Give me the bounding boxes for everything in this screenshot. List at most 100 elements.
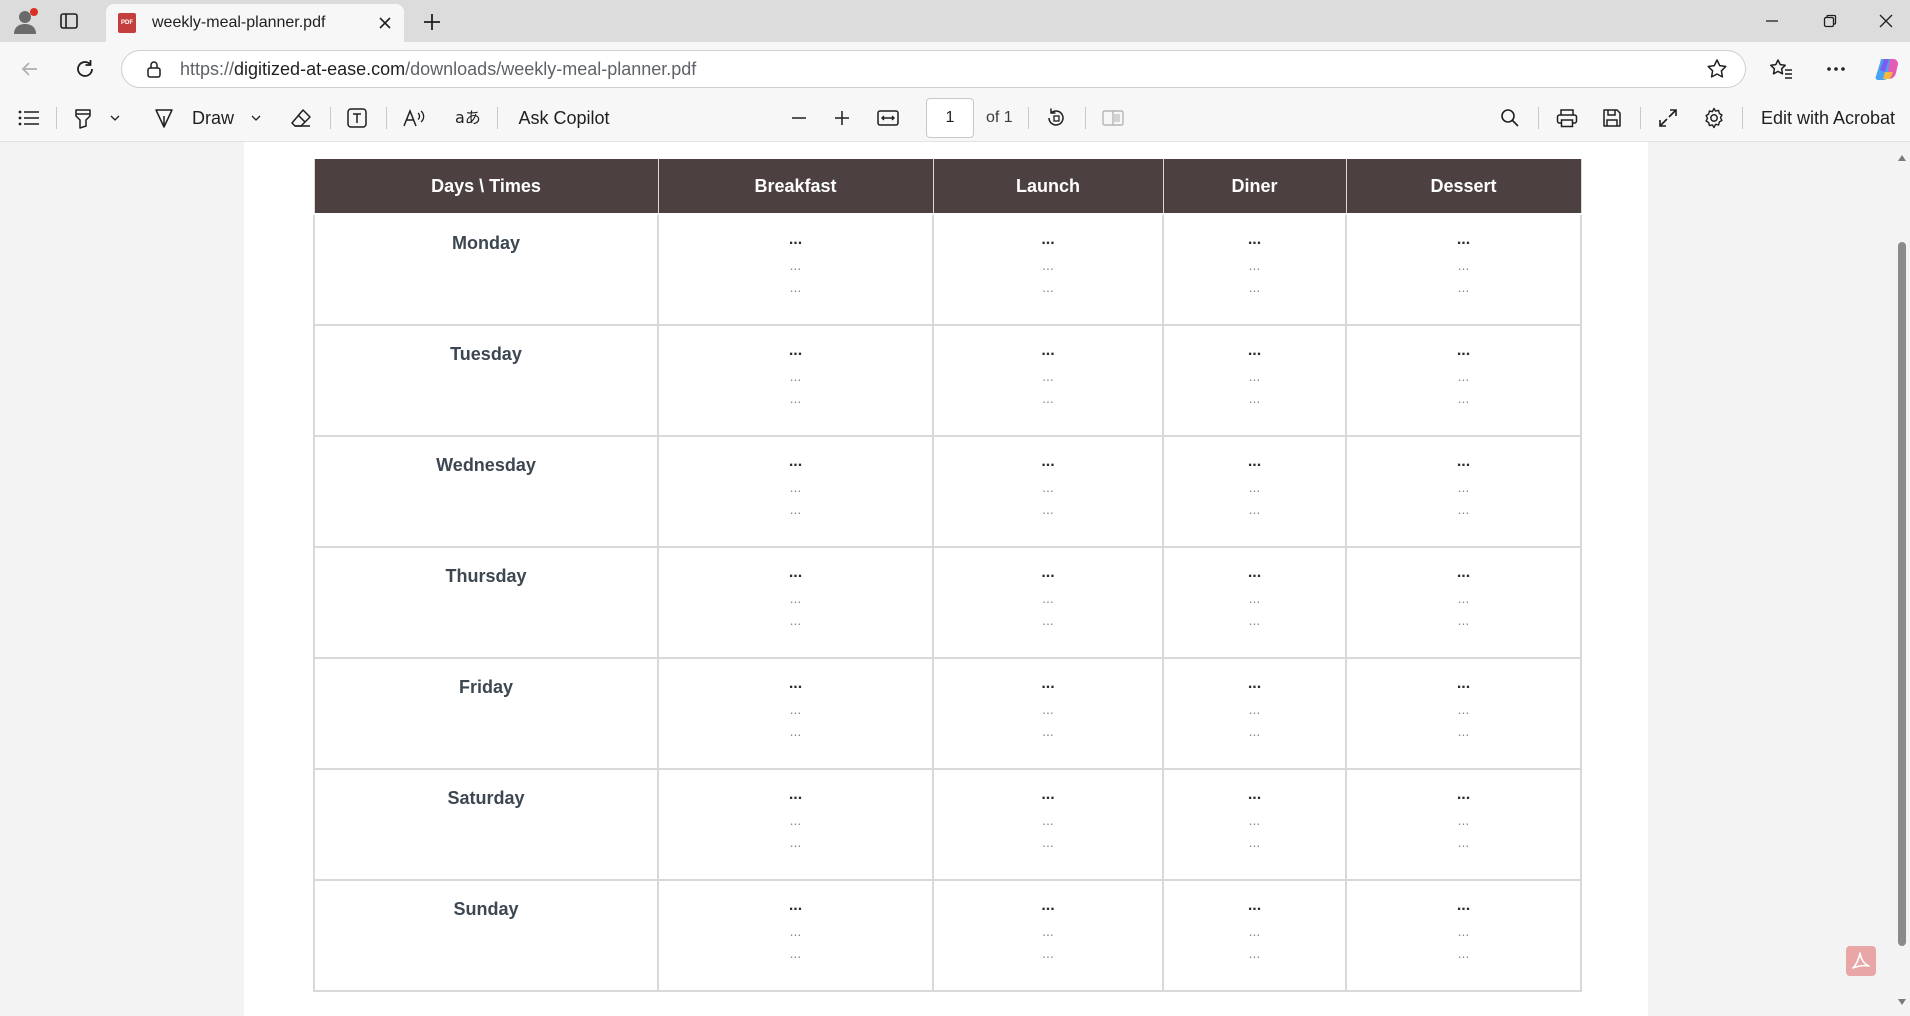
meal-note-placeholder: ... bbox=[789, 923, 802, 939]
draw-button[interactable]: Draw bbox=[190, 94, 236, 142]
meal-cell: ......... bbox=[1345, 657, 1582, 770]
meal-placeholder: ... bbox=[1456, 897, 1471, 914]
meal-placeholder: ... bbox=[1247, 897, 1262, 914]
meal-note-placeholder: ... bbox=[1248, 923, 1261, 939]
meal-cell: ......... bbox=[932, 213, 1164, 326]
page-number-input[interactable]: 1 bbox=[926, 98, 974, 138]
minimize-icon[interactable] bbox=[1744, 0, 1800, 42]
meal-note-placeholder: ... bbox=[789, 945, 802, 961]
rotate-icon[interactable] bbox=[1041, 94, 1071, 142]
page-view-icon[interactable] bbox=[1098, 94, 1128, 142]
tab-actions-icon[interactable] bbox=[56, 8, 82, 34]
meal-note-placeholder: ... bbox=[1457, 923, 1470, 939]
meal-cell: ......... bbox=[1345, 324, 1582, 437]
address-bar[interactable]: https://digitized-at-ease.com/downloads/… bbox=[121, 50, 1746, 88]
scrollbar-thumb[interactable] bbox=[1898, 242, 1906, 946]
save-icon[interactable] bbox=[1598, 94, 1626, 142]
meal-note-placeholder: ... bbox=[1248, 390, 1261, 406]
table-header-row: Days \ Times Breakfast Launch Diner Dessert bbox=[313, 157, 1582, 215]
meal-cell: ......... bbox=[657, 324, 934, 437]
meal-note-placeholder: ... bbox=[1042, 479, 1054, 495]
meal-cell: ......... bbox=[657, 546, 934, 659]
settings-gear-icon[interactable] bbox=[1700, 94, 1728, 142]
meal-placeholder: ... bbox=[1041, 342, 1055, 359]
search-icon[interactable] bbox=[1496, 94, 1524, 142]
meal-note-placeholder: ... bbox=[1042, 390, 1054, 406]
favorites-icon[interactable] bbox=[1763, 51, 1799, 87]
meal-note-placeholder: ... bbox=[1457, 501, 1470, 517]
day-cell: Wednesday bbox=[313, 435, 659, 548]
ask-copilot-button[interactable]: Ask Copilot bbox=[514, 94, 614, 142]
full-screen-icon[interactable] bbox=[1654, 94, 1682, 142]
meal-cell: ......... bbox=[1345, 213, 1582, 326]
restore-icon[interactable] bbox=[1802, 0, 1858, 42]
meal-placeholder: ... bbox=[1456, 675, 1471, 692]
translate-icon[interactable]: aあ bbox=[452, 94, 484, 142]
scroll-up-arrow-icon[interactable] bbox=[1897, 154, 1907, 162]
meal-note-placeholder: ... bbox=[789, 368, 802, 384]
meal-note-placeholder: ... bbox=[1248, 723, 1261, 739]
meal-note-placeholder: ... bbox=[1457, 701, 1470, 717]
day-label: Thursday bbox=[445, 566, 527, 586]
meal-placeholder: ... bbox=[788, 564, 803, 581]
day-label: Sunday bbox=[453, 899, 519, 919]
fit-to-width-icon[interactable] bbox=[873, 94, 903, 142]
meal-note-placeholder: ... bbox=[1042, 945, 1054, 961]
table-row: Friday..................................… bbox=[313, 657, 1582, 770]
toolbar-separator bbox=[330, 107, 331, 129]
highlight-icon[interactable] bbox=[70, 94, 96, 142]
vertical-scrollbar[interactable] bbox=[1894, 142, 1910, 1016]
meal-cell: ......... bbox=[1345, 879, 1582, 992]
zoom-in-icon[interactable] bbox=[829, 94, 855, 142]
more-menu-icon[interactable] bbox=[1818, 51, 1854, 87]
meal-placeholder: ... bbox=[1247, 786, 1262, 803]
profile-avatar-icon[interactable] bbox=[10, 6, 40, 36]
meal-note-placeholder: ... bbox=[1042, 612, 1054, 628]
refresh-icon[interactable] bbox=[67, 51, 103, 87]
day-cell: Thursday bbox=[313, 546, 659, 659]
favorite-star-icon[interactable] bbox=[1699, 51, 1735, 87]
day-label: Tuesday bbox=[450, 344, 522, 364]
meal-note-placeholder: ... bbox=[1457, 834, 1470, 850]
meal-cell: ......... bbox=[932, 657, 1164, 770]
print-icon[interactable] bbox=[1553, 94, 1581, 142]
edit-with-acrobat-button[interactable]: Edit with Acrobat bbox=[1758, 94, 1898, 142]
meal-note-placeholder: ... bbox=[1248, 501, 1261, 517]
tab-active[interactable]: PDF weekly-meal-planner.pdf bbox=[106, 4, 404, 42]
contents-list-icon[interactable] bbox=[14, 94, 44, 142]
close-tab-icon[interactable] bbox=[370, 8, 400, 38]
meal-note-placeholder: ... bbox=[1457, 479, 1470, 495]
meal-note-placeholder: ... bbox=[789, 390, 802, 406]
day-label: Wednesday bbox=[436, 455, 536, 475]
zoom-out-icon[interactable] bbox=[786, 94, 812, 142]
back-icon[interactable] bbox=[12, 51, 48, 87]
table-row: Saturday................................… bbox=[313, 768, 1582, 881]
new-tab-icon[interactable] bbox=[416, 6, 448, 38]
meal-placeholder: ... bbox=[1456, 786, 1471, 803]
highlight-dropdown-chevron-icon[interactable] bbox=[104, 94, 126, 142]
toolbar-separator bbox=[1640, 107, 1641, 129]
meal-cell: ......... bbox=[932, 546, 1164, 659]
text-box-icon[interactable] bbox=[342, 94, 372, 142]
url-text[interactable]: https://digitized-at-ease.com/downloads/… bbox=[180, 59, 1699, 80]
table-row: Sunday..................................… bbox=[313, 879, 1582, 992]
meal-cell: ......... bbox=[932, 768, 1164, 881]
draw-pen-icon[interactable] bbox=[150, 94, 178, 142]
scroll-down-arrow-icon[interactable] bbox=[1897, 998, 1907, 1006]
day-cell: Saturday bbox=[313, 768, 659, 881]
draw-dropdown-chevron-icon[interactable] bbox=[246, 94, 266, 142]
day-cell: Friday bbox=[313, 657, 659, 770]
meal-note-placeholder: ... bbox=[1042, 279, 1054, 295]
day-cell: Monday bbox=[313, 213, 659, 326]
meal-cell: ......... bbox=[1162, 657, 1347, 770]
read-aloud-icon[interactable] bbox=[398, 94, 430, 142]
lock-icon[interactable] bbox=[144, 59, 164, 79]
acrobat-icon[interactable] bbox=[1846, 946, 1876, 976]
close-window-icon[interactable] bbox=[1858, 0, 1910, 42]
meal-note-placeholder: ... bbox=[1042, 812, 1054, 828]
meal-note-placeholder: ... bbox=[789, 612, 802, 628]
copilot-icon[interactable] bbox=[1869, 51, 1905, 87]
day-label: Monday bbox=[451, 233, 520, 253]
eraser-icon[interactable] bbox=[286, 94, 316, 142]
day-label: Saturday bbox=[447, 788, 525, 808]
